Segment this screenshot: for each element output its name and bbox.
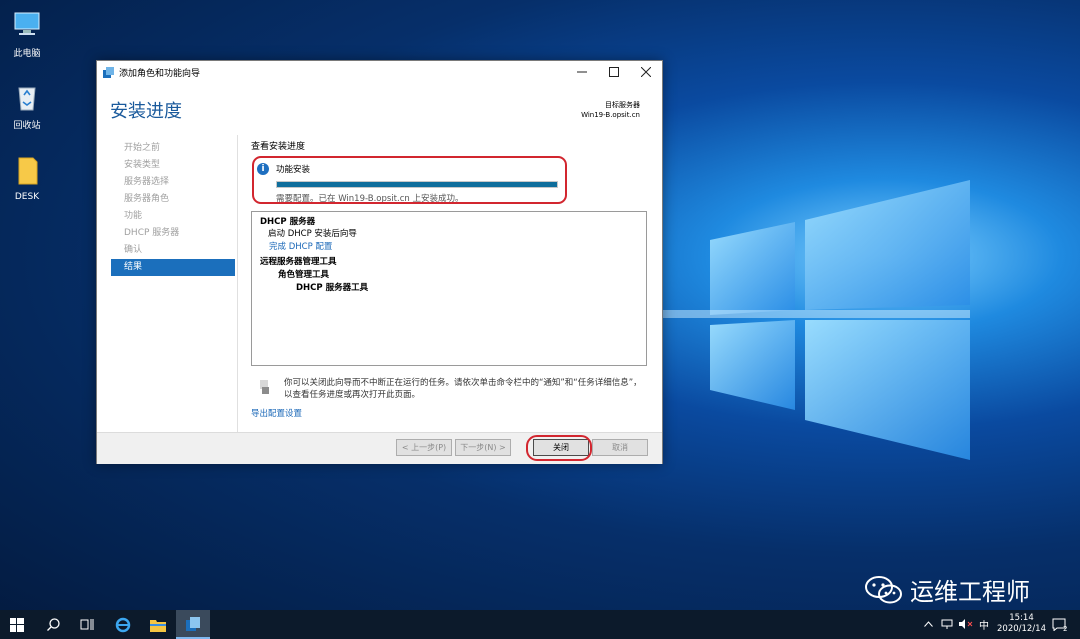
wechat-logo-icon [865, 575, 902, 603]
search-icon [46, 618, 60, 631]
nav-step-server-roles: 服务器角色 [124, 194, 170, 204]
info-note: 你可以关闭此向导而不中断正在运行的任务。请依次单击命令栏中的“通知”和“任务详细… [284, 378, 642, 400]
result-line: DHCP 服务器工具 [296, 283, 369, 293]
desktop-icon-recycle-bin[interactable]: 回收站 [4, 80, 50, 131]
internet-explorer-icon [115, 617, 131, 632]
nav-step-features: 功能 [124, 211, 143, 221]
minimize-button[interactable] [566, 61, 598, 83]
highlight-oval-close [526, 435, 592, 461]
volume-muted-icon[interactable] [959, 618, 973, 631]
nav-step-results[interactable]: 结果 [111, 259, 235, 276]
complete-dhcp-config-link[interactable]: 完成 DHCP 配置 [269, 240, 332, 252]
task-view-button[interactable] [70, 610, 104, 639]
nav-step-before-you-begin: 开始之前 [124, 143, 161, 153]
computer-icon [14, 12, 40, 35]
maximize-button[interactable] [598, 61, 630, 83]
taskbar-file-explorer[interactable] [141, 610, 175, 639]
target-server-name: Win19-B.opsit.cn [581, 111, 640, 119]
next-button[interactable]: 下一步(N) > [455, 439, 511, 456]
close-icon [641, 67, 651, 77]
ime-indicator[interactable]: 中 [979, 617, 989, 632]
search-button[interactable] [36, 610, 70, 639]
export-config-link[interactable]: 导出配置设置 [251, 407, 302, 419]
action-center-button[interactable]: 2 [1052, 610, 1067, 639]
maximize-icon [609, 67, 619, 77]
server-manager-icon [186, 616, 200, 631]
clock-time: 15:14 [1009, 613, 1034, 623]
nav-step-installation-type: 安装类型 [124, 160, 161, 170]
notification-count: 2 [1063, 625, 1068, 633]
wallpaper-logo [640, 180, 970, 460]
result-line: 启动 DHCP 安装后向导 [268, 229, 357, 239]
cancel-button[interactable]: 取消 [592, 439, 648, 456]
watermark-text: 运维工程师 [910, 578, 1030, 606]
page-title: 安装进度 [110, 101, 182, 122]
nav-step-confirmation: 确认 [124, 245, 143, 255]
wizard-footer: < 上一步(P) 下一步(N) > 关闭 取消 [97, 432, 662, 464]
clock-date: 2020/12/14 [997, 624, 1046, 634]
server-manager-icon [103, 66, 114, 78]
desktop-icon-desk-folder[interactable]: DESK [4, 154, 50, 202]
window-title: 添加角色和功能向导 [119, 68, 201, 79]
target-server-info: 目标服务器 Win19-B.opsit.cn [581, 100, 640, 120]
wizard-steps-nav: 开始之前 安装类型 服务器选择 服务器角色 功能 DHCP 服务器 确认 结果 [111, 140, 235, 276]
result-line: 角色管理工具 [278, 270, 330, 280]
desktop-icon-label: 回收站 [13, 121, 41, 131]
system-tray: 中 [924, 610, 989, 639]
wechat-watermark: 运维工程师 [864, 572, 1030, 607]
desktop-icon-label: 此电脑 [13, 49, 41, 59]
taskbar-server-manager[interactable] [176, 610, 210, 639]
recycle-bin-icon [18, 87, 36, 111]
task-view-icon [80, 619, 94, 630]
result-line: DHCP 服务器 [260, 217, 316, 227]
file-explorer-icon [150, 619, 166, 632]
taskbar: 中 15:14 2020/12/14 2 [0, 610, 1080, 639]
nav-step-server-selection: 服务器选择 [124, 177, 170, 187]
notification-flag-icon [260, 380, 269, 394]
network-icon[interactable] [941, 619, 953, 631]
windows-logo-icon [10, 617, 24, 632]
minimize-icon [577, 71, 587, 73]
nav-step-dhcp-server: DHCP 服务器 [124, 228, 180, 238]
taskbar-ie[interactable] [106, 610, 140, 639]
main-content: 查看安装进度 i 功能安装 需要配置。已在 Win19-B.opsit.cn 上… [237, 135, 648, 435]
add-roles-wizard-window: 添加角色和功能向导 安装进度 目标服务器 Win19-B.opsit.cn 开始… [96, 60, 663, 464]
target-server-label: 目标服务器 [605, 101, 640, 109]
result-line: 远程服务器管理工具 [260, 257, 337, 267]
results-list: DHCP 服务器 启动 DHCP 安装后向导 完成 DHCP 配置 远程服务器管… [251, 211, 647, 366]
close-window-button[interactable] [630, 61, 662, 83]
section-label: 查看安装进度 [251, 142, 306, 152]
previous-button[interactable]: < 上一步(P) [396, 439, 452, 456]
chevron-up-icon[interactable] [924, 620, 933, 629]
clock[interactable]: 15:14 2020/12/14 [997, 613, 1046, 635]
folder-icon [18, 157, 38, 185]
title-bar[interactable]: 添加角色和功能向导 [97, 61, 662, 83]
highlight-oval-status [252, 156, 567, 204]
desktop-icon-label: DESK [14, 192, 40, 202]
desktop-icon-this-pc[interactable]: 此电脑 [4, 8, 50, 59]
start-button[interactable] [0, 610, 34, 639]
